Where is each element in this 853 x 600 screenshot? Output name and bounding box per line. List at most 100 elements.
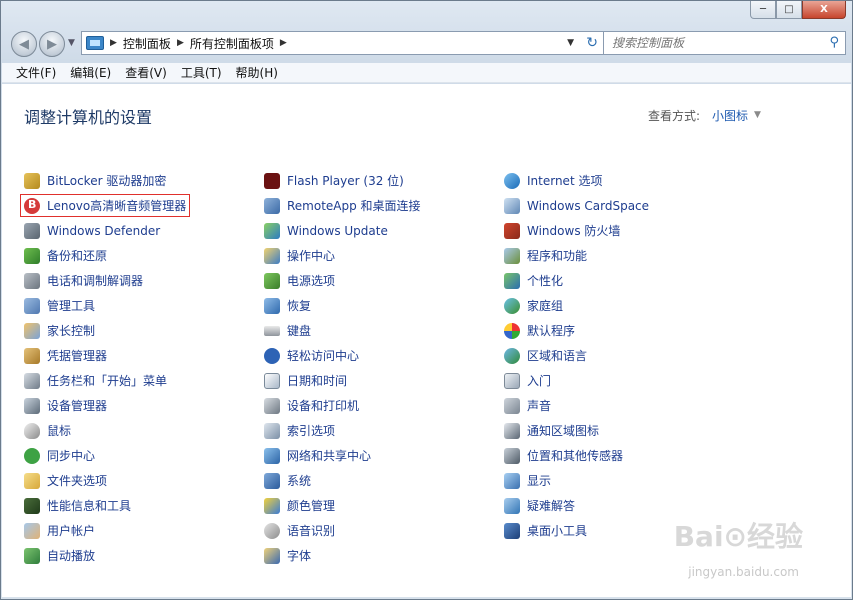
control-panel-item[interactable]: 凭据管理器	[24, 343, 254, 368]
control-panel-item[interactable]: 轻松访问中心	[264, 343, 494, 368]
control-panel-item[interactable]: 位置和其他传感器	[504, 443, 734, 468]
breadcrumb-all-items[interactable]: 所有控制面板项	[190, 35, 274, 52]
control-panel-item[interactable]: 家庭组	[504, 293, 734, 318]
recent-pages-dropdown-icon[interactable]: ▼	[68, 38, 75, 48]
control-panel-item[interactable]: Windows Defender	[24, 218, 254, 243]
control-panel-item[interactable]: 网络和共享中心	[264, 443, 494, 468]
control-panel-item-label: 性能信息和工具	[47, 499, 132, 513]
control-panel-item-label: BitLocker 驱动器加密	[47, 174, 167, 188]
control-panel-item[interactable]: 鼠标	[24, 418, 254, 443]
view-by-dropdown-icon[interactable]: ▼	[754, 110, 761, 120]
control-panel-item[interactable]: 入门	[504, 368, 734, 393]
control-panel-item-label: 自动播放	[47, 549, 96, 563]
control-panel-item[interactable]: 文件夹选项	[24, 468, 254, 493]
control-panel-item[interactable]: 任务栏和「开始」菜单	[24, 368, 254, 393]
main-content: 调整计算机的设置 查看方式: 小图标 ▼ BitLocker 驱动器加密 Leno…	[2, 84, 851, 597]
watermark-logo: Bai⊙经验	[673, 520, 803, 553]
control-panel-item[interactable]: RemoteApp 和桌面连接	[264, 193, 494, 218]
control-panel-item-label: 声音	[527, 399, 552, 413]
control-panel-item-label: 入门	[527, 374, 552, 388]
control-panel-item-label: 位置和其他传感器	[527, 449, 624, 463]
control-panel-item[interactable]: 字体	[264, 543, 494, 568]
bitlocker-icon	[24, 172, 40, 189]
search-box[interactable]: ⚲	[603, 31, 846, 55]
items-column-2: Flash Player (32 位) RemoteApp 和桌面连接 Window…	[264, 168, 494, 568]
forward-arrow-icon: ▶	[47, 36, 57, 52]
control-panel-item[interactable]: 键盘	[264, 318, 494, 343]
control-panel-item[interactable]: 日期和时间	[264, 368, 494, 393]
control-panel-item[interactable]: 语音识别	[264, 518, 494, 543]
breadcrumb-separator-icon[interactable]: ▶	[110, 38, 117, 48]
control-panel-item[interactable]: 恢复	[264, 293, 494, 318]
phone-modem-icon	[24, 272, 40, 289]
control-panel-item[interactable]: Flash Player (32 位)	[264, 168, 494, 193]
control-panel-item[interactable]: BitLocker 驱动器加密	[24, 168, 254, 193]
control-panel-item[interactable]: 程序和功能	[504, 243, 734, 268]
control-panel-item[interactable]: Internet 选项	[504, 168, 734, 193]
control-panel-item[interactable]: Windows Update	[264, 218, 494, 243]
fonts-icon	[264, 547, 280, 564]
display-icon	[504, 472, 520, 489]
control-panel-item[interactable]: 通知区域图标	[504, 418, 734, 443]
back-button[interactable]: ◀	[11, 31, 37, 57]
control-panel-item-label: 备份和还原	[47, 249, 108, 263]
menu-edit[interactable]: 编辑(E)	[70, 64, 111, 81]
control-panel-item[interactable]: 设备管理器	[24, 393, 254, 418]
breadcrumb-separator-icon[interactable]: ▶	[280, 38, 287, 48]
control-panel-item[interactable]: 个性化	[504, 268, 734, 293]
minimize-button[interactable]: ─	[750, 1, 776, 19]
address-bar[interactable]: ▶ 控制面板 ▶ 所有控制面板项 ▶ ▼ ↻	[81, 31, 605, 55]
menu-tools[interactable]: 工具(T)	[181, 64, 222, 81]
region-language-icon	[504, 347, 520, 364]
control-panel-item-label: 默认程序	[527, 324, 576, 338]
view-by-dropdown[interactable]: 小图标	[712, 107, 748, 124]
control-panel-item[interactable]: 家长控制	[24, 318, 254, 343]
control-panel-item[interactable]: 声音	[504, 393, 734, 418]
control-panel-item[interactable]: 默认程序	[504, 318, 734, 343]
control-panel-item[interactable]: 索引选项	[264, 418, 494, 443]
control-panel-item[interactable]: 显示	[504, 468, 734, 493]
control-panel-item-label: Windows Defender	[47, 223, 161, 238]
control-panel-item[interactable]: Lenovo高清晰音频管理器	[20, 193, 254, 218]
control-panel-item[interactable]: 同步中心	[24, 443, 254, 468]
control-panel-item[interactable]: Windows CardSpace	[504, 193, 734, 218]
menu-view[interactable]: 查看(V)	[125, 64, 167, 81]
control-panel-item-label: 桌面小工具	[527, 524, 588, 538]
control-panel-item[interactable]: 用户帐户	[24, 518, 254, 543]
control-panel-item[interactable]: 系统	[264, 468, 494, 493]
control-panel-item[interactable]: 区域和语言	[504, 343, 734, 368]
forward-button[interactable]: ▶	[39, 31, 65, 57]
maximize-button[interactable]: □	[776, 1, 802, 19]
search-input[interactable]	[612, 36, 812, 50]
control-panel-item-label: 语音识别	[287, 524, 336, 538]
control-panel-item[interactable]: 性能信息和工具	[24, 493, 254, 518]
view-by-label: 查看方式:	[648, 109, 701, 123]
action-center-icon	[264, 247, 280, 264]
control-panel-item-label: 轻松访问中心	[287, 349, 360, 363]
address-history-dropdown-icon[interactable]: ▼	[567, 38, 574, 48]
menu-file[interactable]: 文件(F)	[16, 64, 56, 81]
control-panel-item[interactable]: 自动播放	[24, 543, 254, 568]
control-panel-item[interactable]: 颜色管理	[264, 493, 494, 518]
control-panel-item[interactable]: 操作中心	[264, 243, 494, 268]
breadcrumb-separator-icon[interactable]: ▶	[177, 38, 184, 48]
troubleshooting-icon	[504, 497, 520, 514]
control-panel-item[interactable]: 设备和打印机	[264, 393, 494, 418]
control-panel-item[interactable]: 电源选项	[264, 268, 494, 293]
control-panel-item[interactable]: Windows 防火墙	[504, 218, 734, 243]
homegroup-icon	[504, 297, 520, 314]
highlight-box	[20, 194, 190, 217]
breadcrumb-control-panel[interactable]: 控制面板	[123, 35, 171, 52]
close-button[interactable]: X	[802, 1, 846, 19]
control-panel-item[interactable]: 管理工具	[24, 293, 254, 318]
control-panel-item-label: 字体	[287, 549, 312, 563]
control-panel-item-label: Windows Update	[287, 223, 388, 238]
refresh-icon[interactable]: ↻	[586, 35, 598, 51]
control-panel-item-label: 鼠标	[47, 424, 72, 438]
menu-help[interactable]: 帮助(H)	[236, 64, 278, 81]
control-panel-item-label: 日期和时间	[287, 374, 348, 388]
control-panel-item[interactable]: 备份和还原	[24, 243, 254, 268]
search-icon[interactable]: ⚲	[829, 35, 839, 50]
control-panel-item[interactable]: 电话和调制解调器	[24, 268, 254, 293]
window-caption-buttons: ─ □ X	[750, 1, 846, 19]
